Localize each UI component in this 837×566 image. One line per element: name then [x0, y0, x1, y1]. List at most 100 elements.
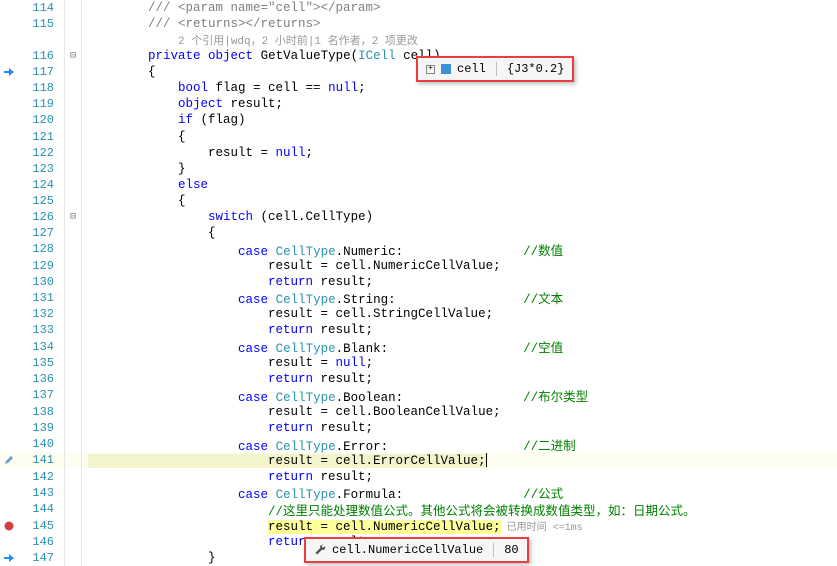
code-line[interactable]: 132 result = cell.StringCellValue; [0, 306, 837, 322]
code-line[interactable]: 137 case CellType.Boolean: //布尔类型 [0, 387, 837, 404]
code-text[interactable]: switch (cell.CellType) [82, 210, 837, 224]
line-number: 135 [18, 356, 64, 370]
line-number: 128 [18, 242, 64, 256]
code-text[interactable]: result = null; [82, 146, 837, 160]
line-number: 119 [18, 97, 64, 111]
code-text[interactable]: object result; [82, 97, 837, 111]
line-number: 118 [18, 81, 64, 95]
line-number: 114 [18, 1, 64, 15]
code-line[interactable]: 135 result = null; [0, 355, 837, 371]
code-text[interactable]: result = cell.BooleanCellValue; [82, 405, 837, 419]
wrench-icon [314, 544, 326, 556]
code-line[interactable]: 122 result = null; [0, 145, 837, 161]
line-number: 129 [18, 259, 64, 273]
line-number: 136 [18, 372, 64, 386]
code-text[interactable]: return result; [82, 421, 837, 435]
breakpoint-icon[interactable] [4, 521, 14, 531]
code-text[interactable]: } [82, 162, 837, 176]
code-line[interactable]: 143 case CellType.Formula: //公式 [0, 485, 837, 502]
code-line[interactable]: 2 个引用|wdq，2 小时前|1 名作者，2 项更改 [0, 32, 837, 48]
code-line[interactable]: 134 case CellType.Blank: //空值 [0, 338, 837, 355]
line-number: 139 [18, 421, 64, 435]
breakpoint-gutter[interactable] [0, 521, 18, 531]
code-line[interactable]: 115 /// <returns></returns> [0, 16, 837, 32]
code-text[interactable]: { [82, 130, 837, 144]
fold-toggle[interactable]: ⊟ [65, 211, 81, 223]
code-text[interactable]: return result; [82, 470, 837, 484]
code-line[interactable]: 136 return result; [0, 371, 837, 387]
line-number: 132 [18, 307, 64, 321]
code-text[interactable]: result = cell.ErrorCellValue; [82, 453, 837, 467]
field-icon [441, 64, 451, 74]
code-line[interactable]: 141 result = cell.ErrorCellValue; [0, 452, 837, 468]
code-text[interactable]: result = cell.NumericCellValue; [82, 259, 837, 273]
line-number: 142 [18, 470, 64, 484]
line-number: 120 [18, 113, 64, 127]
code-text[interactable]: result = cell.NumericCellValue;已用时间 <=1m… [82, 518, 837, 534]
code-line[interactable]: 142 return result; [0, 468, 837, 484]
code-line[interactable]: 131 case CellType.String: //文本 [0, 290, 837, 307]
code-text[interactable]: return result; [82, 323, 837, 337]
code-text[interactable]: else [82, 178, 837, 192]
line-number: 127 [18, 226, 64, 240]
code-text[interactable]: return result; [82, 372, 837, 386]
code-text[interactable]: /// <param name="cell"></param> [82, 1, 837, 15]
code-text[interactable]: { [82, 194, 837, 208]
step-arrow-icon [4, 553, 14, 563]
code-line[interactable]: 128 case CellType.Numeric: //数值 [0, 241, 837, 258]
code-line[interactable]: 125 { [0, 193, 837, 209]
code-line[interactable]: 118 bool flag = cell == null; [0, 80, 837, 96]
line-number: 140 [18, 437, 64, 451]
tooltip-val: 80 [504, 543, 518, 557]
code-line[interactable]: 114 /// <param name="cell"></param> [0, 0, 837, 16]
code-text[interactable]: return result; [82, 275, 837, 289]
code-line[interactable]: 127 { [0, 225, 837, 241]
code-line[interactable]: 129 result = cell.NumericCellValue; [0, 258, 837, 274]
code-line[interactable]: 139 return result; [0, 420, 837, 436]
line-number: 126 [18, 210, 64, 224]
fold-toggle[interactable]: ⊟ [65, 50, 81, 62]
code-text[interactable]: 2 个引用|wdq，2 小时前|1 名作者，2 项更改 [82, 32, 837, 48]
code-line[interactable]: 124 else [0, 177, 837, 193]
code-text[interactable]: /// <returns></returns> [82, 17, 837, 31]
code-text[interactable]: case CellType.Boolean: //布尔类型 [82, 386, 837, 405]
step-arrow-icon [4, 67, 14, 77]
code-text[interactable]: case CellType.Blank: //空值 [82, 337, 837, 356]
line-number: 117 [18, 65, 64, 79]
code-line[interactable]: 133 return result; [0, 322, 837, 338]
code-line[interactable]: 138 result = cell.BooleanCellValue; [0, 404, 837, 420]
line-number: 125 [18, 194, 64, 208]
code-text[interactable]: result = null; [82, 356, 837, 370]
code-text[interactable]: case CellType.Numeric: //数值 [82, 240, 837, 259]
code-line[interactable]: 130 return result; [0, 274, 837, 290]
line-number: 123 [18, 162, 64, 176]
tooltip-val: {J3*0.2} [507, 62, 565, 76]
line-number: 131 [18, 291, 64, 305]
code-text[interactable]: bool flag = cell == null; [82, 81, 837, 95]
code-line[interactable]: 119 object result; [0, 96, 837, 112]
code-text[interactable]: { [82, 226, 837, 240]
breakpoint-gutter[interactable] [0, 67, 18, 77]
code-line[interactable]: 140 case CellType.Error: //二进制 [0, 436, 837, 453]
code-text[interactable]: //这里只能处理数值公式。其他公式将会被转换成数值类型，如：日期公式。 [82, 500, 837, 519]
code-line[interactable]: 120 if (flag) [0, 112, 837, 128]
code-text[interactable]: case CellType.Error: //二进制 [82, 435, 837, 454]
code-line[interactable]: 121 { [0, 129, 837, 145]
code-text[interactable]: result = cell.StringCellValue; [82, 307, 837, 321]
code-line[interactable]: 144 //这里只能处理数值公式。其他公式将会被转换成数值类型，如：日期公式。 [0, 501, 837, 518]
line-number: 138 [18, 405, 64, 419]
breakpoint-gutter[interactable] [0, 455, 18, 465]
code-text[interactable]: case CellType.String: //文本 [82, 288, 837, 307]
code-line[interactable]: 123 } [0, 161, 837, 177]
code-line[interactable]: 126⊟ switch (cell.CellType) [0, 209, 837, 225]
line-number: 121 [18, 130, 64, 144]
code-line[interactable]: 145 result = cell.NumericCellValue;已用时间 … [0, 518, 837, 534]
line-number: 147 [18, 551, 64, 565]
line-number: 115 [18, 17, 64, 31]
debug-tooltip-numeric: cell.NumericCellValue 80 [304, 537, 529, 563]
breakpoint-gutter[interactable] [0, 553, 18, 563]
line-number: 143 [18, 486, 64, 500]
tooltip-prop: cell.NumericCellValue [332, 543, 483, 557]
expand-icon[interactable]: + [426, 65, 435, 74]
code-text[interactable]: if (flag) [82, 113, 837, 127]
